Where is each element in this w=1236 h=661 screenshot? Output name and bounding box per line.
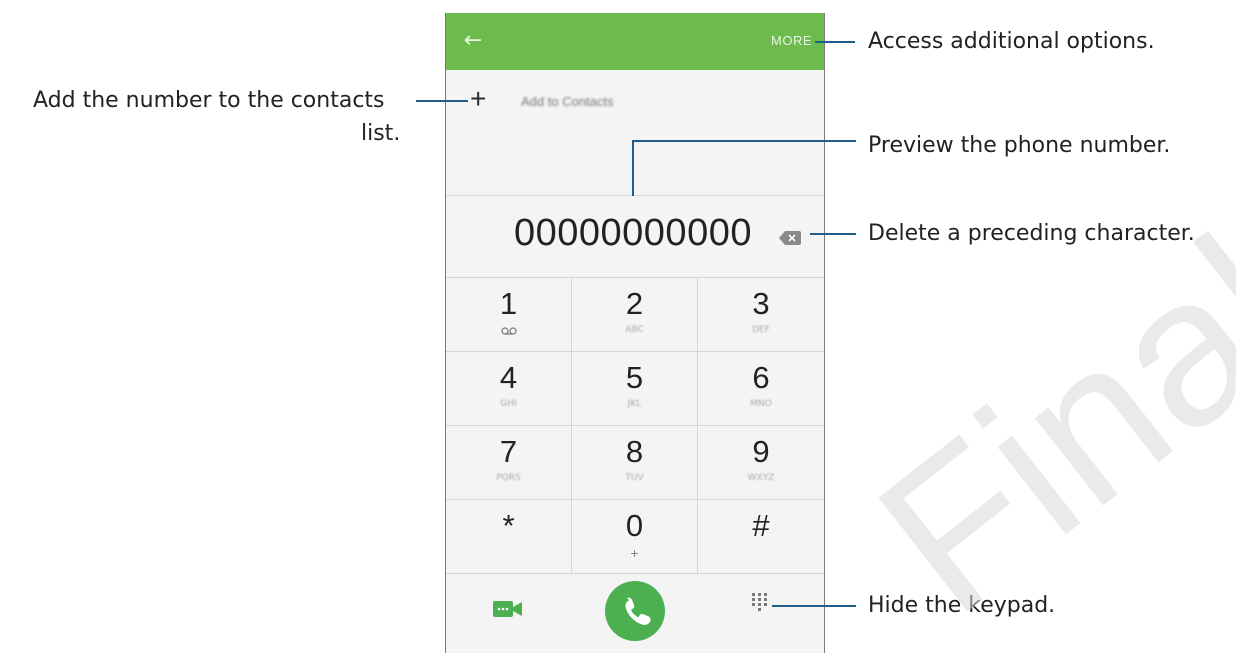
callout-add-line2: list.	[361, 121, 401, 146]
callout-hide: Hide the keypad.	[868, 593, 1056, 618]
callout-add-line1: Add the number to the contacts	[33, 88, 385, 113]
callout-line-hide	[772, 605, 856, 607]
add-to-contacts-row[interactable]: + Add to Contacts	[446, 70, 824, 130]
callout-preview: Preview the phone number.	[868, 133, 1171, 158]
callout-line-more	[815, 41, 855, 43]
back-arrow-icon[interactable]: ←	[458, 26, 488, 56]
dial-key-letters: GHI	[500, 399, 517, 409]
dial-key-digit: 5	[625, 360, 644, 395]
backspace-icon[interactable]	[779, 230, 801, 249]
dial-key-digit: 6	[752, 360, 770, 395]
dial-key-0[interactable]: 0 +	[572, 500, 698, 574]
video-call-icon[interactable]	[493, 599, 523, 623]
callout-more: Access additional options.	[868, 29, 1155, 54]
app-bar: ← MORE	[446, 13, 824, 70]
callout-line-delete	[810, 233, 856, 235]
dial-key-digit: 4	[499, 360, 518, 395]
dial-key-letters: PQRS	[496, 473, 521, 483]
dial-key-letters: ABC	[625, 325, 644, 335]
bottom-action-bar	[446, 573, 824, 653]
dial-key-6[interactable]: 6 MNO	[698, 352, 824, 426]
dial-key-digit: 8	[625, 434, 644, 469]
plus-icon[interactable]: +	[470, 84, 486, 114]
dial-key-star[interactable]: *	[446, 500, 572, 574]
more-button[interactable]: MORE	[771, 33, 812, 48]
voicemail-icon	[446, 325, 571, 338]
call-button[interactable]	[605, 581, 665, 641]
dial-key-hash[interactable]: #	[698, 500, 824, 574]
hide-keypad-icon[interactable]	[749, 593, 771, 623]
callout-line-preview	[632, 140, 856, 142]
dial-key-2[interactable]: 2 ABC	[572, 278, 698, 352]
dial-key-5[interactable]: 5 JKL	[572, 352, 698, 426]
dial-key-letters: +	[629, 547, 640, 560]
dial-key-letters: JKL	[627, 399, 642, 409]
dial-key-digit: 2	[625, 286, 644, 321]
dial-key-letters: TUV	[625, 473, 644, 483]
dial-key-digit: 9	[752, 434, 770, 469]
dial-key-4[interactable]: 4 GHI	[446, 352, 572, 426]
dial-key-digit: 3	[752, 286, 770, 321]
dial-key-letters: DEF	[752, 325, 770, 335]
callout-delete: Delete a preceding character.	[868, 221, 1195, 246]
divider	[446, 195, 824, 196]
dial-key-letters: WXYZ	[747, 473, 775, 483]
dial-key-7[interactable]: 7 PQRS	[446, 426, 572, 500]
callout-vline-preview	[632, 140, 634, 196]
dial-key-digit: #	[752, 508, 770, 543]
dial-key-digit: 0	[625, 508, 644, 543]
dial-key-letters: MNO	[750, 399, 772, 409]
dial-keypad: 1 2 ABC 3 DEF 4 GHI 5 JKL 6 MNO 7 PQRS 8 TUV 9 WXYZ * 0 + #	[446, 277, 824, 574]
dial-key-digit: 1	[499, 286, 518, 321]
add-to-contacts-label[interactable]: Add to Contacts	[521, 94, 614, 109]
dial-key-1[interactable]: 1	[446, 278, 572, 352]
dialer-screen: ← MORE + Add to Contacts 00000000000 1 2 A…	[445, 13, 825, 653]
dial-key-8[interactable]: 8 TUV	[572, 426, 698, 500]
callout-line-add	[416, 100, 468, 102]
phone-number-text: 00000000000	[514, 212, 752, 254]
dial-key-9[interactable]: 9 WXYZ	[698, 426, 824, 500]
dial-key-digit: *	[502, 508, 515, 543]
number-display: 00000000000	[446, 130, 824, 270]
dial-key-digit: 7	[499, 434, 518, 469]
dial-key-3[interactable]: 3 DEF	[698, 278, 824, 352]
